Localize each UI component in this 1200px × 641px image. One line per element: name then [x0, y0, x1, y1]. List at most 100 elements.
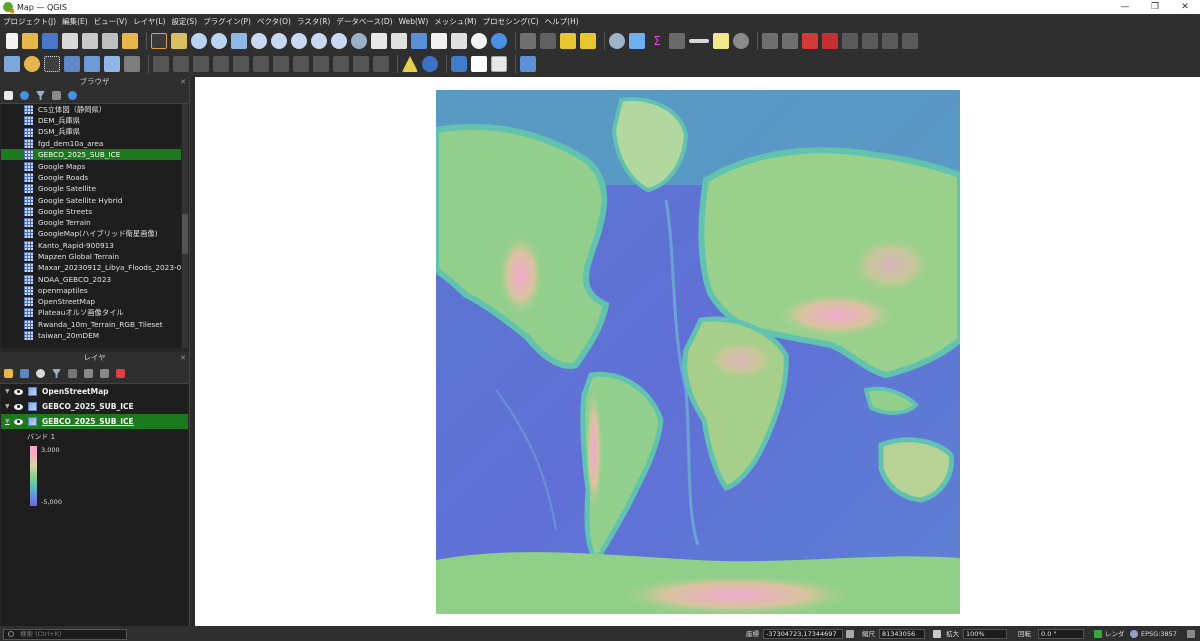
rotation-field[interactable]: 0.0 °: [1038, 629, 1084, 639]
vertex-tool-icon[interactable]: [233, 56, 249, 72]
zoom-full-icon[interactable]: [231, 32, 247, 49]
search-features-icon[interactable]: [733, 32, 749, 49]
browser-item[interactable]: openmaptiles: [1, 285, 181, 296]
add-selected-layers-icon[interactable]: [4, 91, 13, 100]
open-project-icon[interactable]: [22, 32, 38, 49]
zoom-to-selection-icon[interactable]: [251, 32, 267, 49]
sum-icon[interactable]: Σ: [649, 33, 665, 49]
menu-settings[interactable]: 設定(S): [171, 16, 197, 27]
menu-plugins[interactable]: プラグイン(P): [203, 16, 251, 27]
filter-by-expression-icon[interactable]: [68, 369, 77, 378]
browser-tree[interactable]: CS立体図（静岡県） DEM_兵庫県 DSM_兵庫県 fgd_dem10a_area G…: [1, 104, 181, 348]
menu-view[interactable]: ビュー(V): [94, 16, 127, 27]
label-properties-icon[interactable]: [902, 32, 918, 49]
filter-icon[interactable]: [36, 91, 45, 100]
select-features-icon[interactable]: [560, 32, 576, 49]
menu-database[interactable]: データベース(D): [336, 16, 392, 27]
style-manager-icon[interactable]: [122, 32, 138, 49]
menu-vector[interactable]: ベクタ(O): [257, 16, 291, 27]
add-group-icon[interactable]: [20, 369, 29, 378]
python-console-icon[interactable]: [451, 56, 467, 72]
lock-scale-icon[interactable]: [933, 630, 941, 638]
panel-close-icon[interactable]: ✕: [180, 352, 186, 364]
pin-labels-icon[interactable]: [782, 32, 798, 49]
panel-close-icon[interactable]: ✕: [180, 76, 186, 88]
menu-help[interactable]: ヘルプ(H): [545, 16, 579, 27]
qgis2threejs-icon[interactable]: [491, 56, 507, 72]
magnifier-field[interactable]: 100%: [963, 629, 1007, 639]
zoom-next-icon[interactable]: [331, 32, 347, 49]
zoom-to-layer-icon[interactable]: [271, 32, 287, 49]
menu-processing[interactable]: プロセシング(C): [483, 16, 539, 27]
layer-row[interactable]: ▼ OpenStreetMap: [1, 384, 188, 399]
show-hide-labels-icon[interactable]: [882, 32, 898, 49]
filter-legend-icon[interactable]: [52, 369, 61, 378]
coordinate-field[interactable]: -37304723,17344697: [763, 629, 843, 639]
manage-visibility-icon[interactable]: [36, 369, 45, 378]
magnifier-icon[interactable]: [351, 32, 367, 49]
identify-features-icon[interactable]: [520, 32, 536, 49]
minimize-button[interactable]: —: [1110, 0, 1140, 14]
clock-icon[interactable]: [471, 32, 487, 49]
layer-row-selected[interactable]: ▼ GEBCO_2025_SUB_ICE: [1, 414, 188, 429]
remove-layer-icon[interactable]: [116, 369, 125, 378]
show-bookmarks-icon[interactable]: [431, 32, 447, 49]
zoom-last-icon[interactable]: [311, 32, 327, 49]
deselect-features-icon[interactable]: [580, 32, 596, 49]
new-shapefile-icon[interactable]: [84, 56, 100, 72]
menu-mesh[interactable]: メッシュ(M): [434, 16, 476, 27]
browser-item[interactable]: Google Maps: [1, 160, 181, 171]
new-map-view-icon[interactable]: [371, 32, 387, 49]
new-temporary-layer-icon[interactable]: [124, 56, 140, 72]
pan-to-selection-icon[interactable]: [171, 32, 187, 49]
browser-item[interactable]: OpenStreetMap: [1, 296, 181, 307]
browser-item[interactable]: GoogleMap(ハイブリッド衛星画像): [1, 228, 181, 239]
globe-icon[interactable]: [422, 56, 438, 72]
identify-icon[interactable]: [609, 32, 625, 49]
browser-item[interactable]: Plateauオルソ画像タイル: [1, 307, 181, 318]
scale-field[interactable]: 81343056: [879, 629, 925, 639]
expand-arrow-icon[interactable]: ▼: [5, 388, 13, 395]
browser-item[interactable]: CS立体図（静岡県）: [1, 104, 181, 115]
modify-attributes-icon[interactable]: [253, 56, 269, 72]
move-label-icon[interactable]: [842, 32, 858, 49]
add-layer-icon[interactable]: [24, 56, 40, 72]
browser-item[interactable]: Rwanda_10m_Terrain_RGB_Tileset: [1, 319, 181, 330]
browser-item[interactable]: Google Terrain: [1, 217, 181, 228]
map-tips-icon[interactable]: [713, 32, 729, 49]
expand-arrow-icon[interactable]: ▼: [5, 418, 13, 425]
delete-selected-icon[interactable]: [273, 56, 289, 72]
save-project-icon[interactable]: [42, 32, 58, 49]
new-spatialite-icon[interactable]: [104, 56, 120, 72]
browser-item[interactable]: NOAA_GEBCO_2023: [1, 273, 181, 284]
browser-item[interactable]: fgd_dem10a_area: [1, 138, 181, 149]
visibility-eye-icon[interactable]: [13, 418, 25, 426]
zoom-out-icon[interactable]: [211, 32, 227, 49]
copy-features-icon[interactable]: [313, 56, 329, 72]
label-tool-icon[interactable]: [802, 32, 818, 49]
layout-manager-icon[interactable]: [102, 32, 118, 49]
statistics-icon[interactable]: [669, 32, 685, 49]
browser-item[interactable]: Google Satellite Hybrid: [1, 194, 181, 205]
expand-arrow-icon[interactable]: ▼: [5, 403, 13, 410]
annotation-icon[interactable]: [762, 32, 778, 49]
close-button[interactable]: ✕: [1170, 0, 1200, 14]
menu-web[interactable]: Web(W): [399, 17, 429, 26]
change-label-icon[interactable]: [822, 32, 838, 49]
refresh-icon[interactable]: [491, 32, 507, 49]
browser-item[interactable]: Mapzen Global Terrain: [1, 251, 181, 262]
messages-icon[interactable]: [1187, 630, 1195, 638]
measure-icon[interactable]: [689, 38, 709, 43]
menu-layer[interactable]: レイヤ(L): [133, 16, 165, 27]
browser-item[interactable]: Google Satellite: [1, 183, 181, 194]
new-geopackage-icon[interactable]: [64, 56, 80, 72]
restore-button[interactable]: ❐: [1140, 0, 1170, 14]
map-raster-image[interactable]: [436, 90, 960, 614]
georeferencer-icon[interactable]: [402, 56, 418, 72]
gear-icon[interactable]: [629, 32, 645, 49]
browser-item[interactable]: Maxar_20230912_Libya_Floods_2023-09-13: [1, 262, 181, 273]
new-print-layout-icon[interactable]: [82, 32, 98, 49]
map-canvas[interactable]: [195, 77, 1200, 626]
new-3d-map-icon[interactable]: [391, 32, 407, 49]
spatial-bookmark-icon[interactable]: [411, 32, 427, 49]
